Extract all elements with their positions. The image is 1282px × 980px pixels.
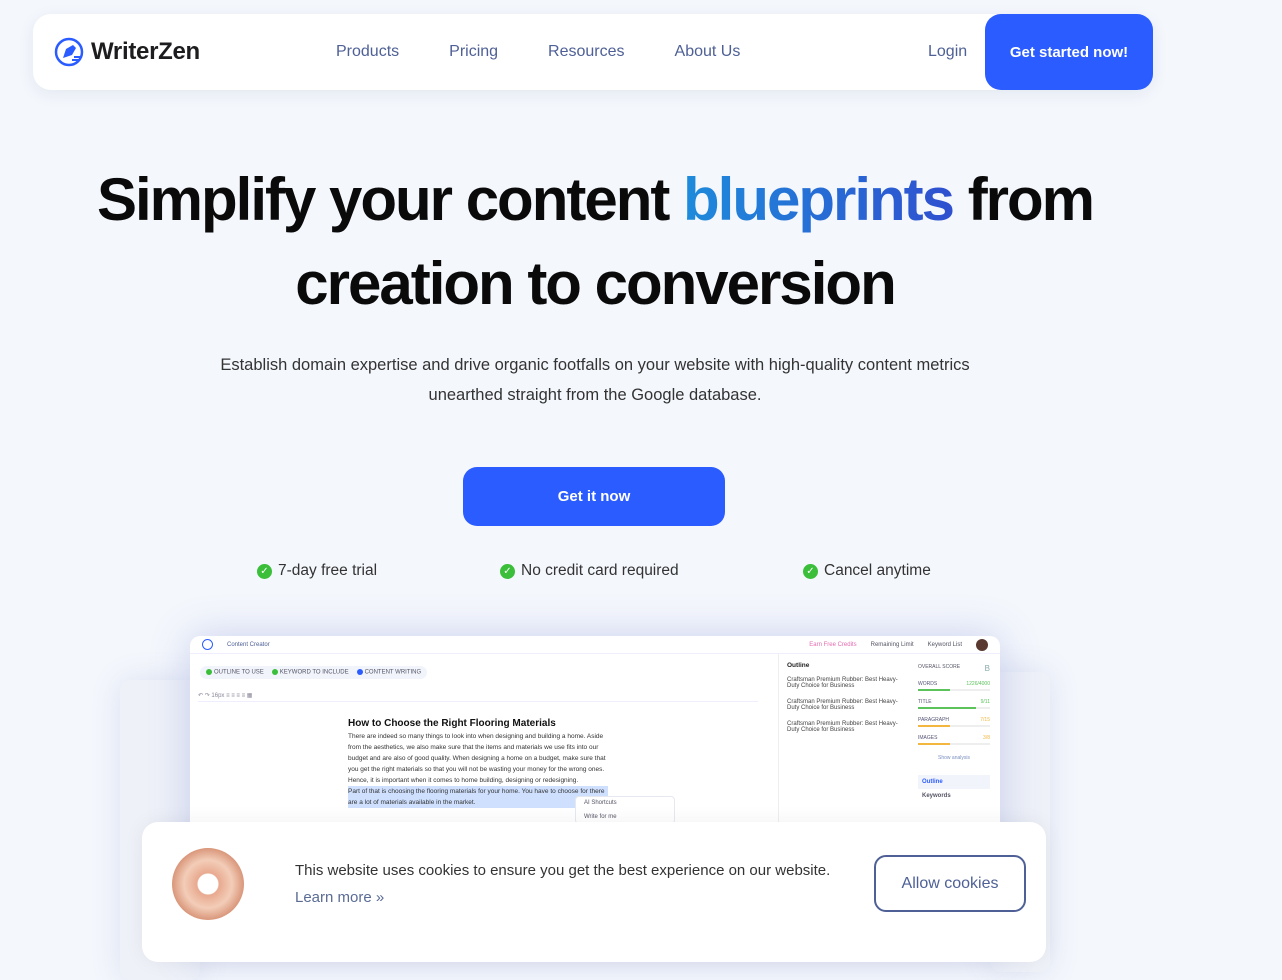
- hero-title: Simplify your content blueprints from cre…: [0, 158, 1190, 326]
- tab-outline: Outline: [918, 775, 990, 789]
- check-icon: ✓: [257, 563, 272, 579]
- grade: B: [984, 664, 990, 673]
- title-line2: creation to conversion: [295, 250, 896, 317]
- get-started-button[interactable]: Get started now!: [985, 14, 1153, 90]
- nav-pricing[interactable]: Pricing: [449, 43, 498, 61]
- write-for-me: Write for me: [584, 814, 617, 820]
- feature-label: Cancel anytime: [824, 562, 931, 579]
- donut-image: [172, 848, 244, 920]
- metric-value: 9/11: [980, 699, 990, 705]
- outline-title: Outline: [787, 662, 810, 669]
- document: How to Choose the Right Flooring Materia…: [348, 718, 608, 808]
- feature-label: No credit card required: [521, 562, 679, 579]
- title-part: Simplify your content: [96, 166, 684, 233]
- metric-label: PARAGRAPH: [918, 717, 950, 723]
- keyword-list: Keyword List: [927, 641, 962, 648]
- feature-no-card: ✓ No credit card required: [500, 562, 679, 580]
- score-metric: PARAGRAPH 7/15: [918, 717, 990, 727]
- subtitle-line: Establish domain expertise and drive org…: [220, 356, 970, 374]
- score-metric: IMAGES 3/8: [918, 735, 990, 745]
- nav-products[interactable]: Products: [336, 43, 399, 61]
- outline-item: Craftsman Premium Rubber: Best Heavy-Dut…: [787, 677, 898, 689]
- nav-resources[interactable]: Resources: [548, 43, 624, 61]
- outline-item: Craftsman Premium Rubber: Best Heavy-Dut…: [787, 699, 898, 711]
- allow-cookies-button[interactable]: Allow cookies: [874, 855, 1026, 912]
- feature-trial: ✓ 7-day free trial: [257, 562, 377, 580]
- feature-label: 7-day free trial: [278, 562, 378, 579]
- logo[interactable]: WriterZen: [53, 36, 200, 68]
- metric-label: IMAGES: [918, 735, 938, 741]
- title-accent: blueprints: [683, 166, 955, 233]
- steps: OUTLINE TO USE KEYWORD TO INCLUDE CONTEN…: [200, 666, 428, 679]
- editor-toolbar: ↶ ↷ 16px ≡ ≡ ≡ ≡ ▦: [198, 692, 758, 702]
- outline-item: Craftsman Premium Rubber: Best Heavy-Dut…: [787, 721, 898, 733]
- cookie-text: This website uses cookies to ensure you …: [295, 862, 831, 879]
- hero-subtitle: Establish domain expertise and drive org…: [0, 350, 1190, 410]
- metric-bar: [918, 689, 990, 691]
- subtitle-line: unearthed straight from the Google datab…: [428, 386, 762, 404]
- doc-paragraph: There are indeed so many things to look …: [348, 733, 606, 784]
- metric-value: 7/15: [980, 717, 990, 723]
- credits: Earn Free Credits: [809, 641, 857, 648]
- step: OUTLINE TO USE: [206, 669, 264, 676]
- ai-shortcuts: AI Shortcuts: [584, 800, 617, 806]
- app-logo-icon: [202, 639, 213, 650]
- feature-cancel: ✓ Cancel anytime: [803, 562, 931, 580]
- brand-name: WriterZen: [91, 38, 200, 65]
- step: CONTENT WRITING: [357, 669, 422, 676]
- top-nav: WriterZen Products Pricing Resources Abo…: [33, 14, 1153, 90]
- doc-highlight: Part of that is choosing the flooring ma…: [348, 786, 608, 808]
- check-icon: ✓: [803, 563, 818, 579]
- metric-value: 3/8: [983, 735, 990, 741]
- get-it-now-button[interactable]: Get it now: [463, 467, 725, 526]
- step: KEYWORD TO INCLUDE: [272, 669, 349, 676]
- login-link[interactable]: Login: [928, 43, 967, 61]
- nav-about-us[interactable]: About Us: [675, 43, 741, 61]
- score-metric: TITLE 9/11: [918, 699, 990, 709]
- tab-keywords: Keywords: [922, 793, 951, 799]
- remaining-limit: Remaining Limit: [870, 641, 914, 648]
- metric-bar: [918, 725, 990, 727]
- metric-bar: [918, 743, 990, 745]
- metric-bar: [918, 707, 990, 709]
- app-name: Content Creator: [227, 641, 270, 648]
- doc-title: How to Choose the Right Flooring Materia…: [348, 718, 556, 729]
- score-title: OVERALL SCORE: [918, 664, 961, 670]
- metric-label: TITLE: [918, 699, 932, 705]
- score-metric: WORDS 1226/4000: [918, 681, 990, 691]
- pen-logo-icon: [54, 37, 84, 67]
- score-panel: OVERALL SCORE B WORDS 1226/4000 TITLE 9/11 PA…: [914, 660, 994, 807]
- check-icon: ✓: [500, 563, 515, 579]
- avatar: [976, 638, 988, 651]
- show-analysis: Show analysis: [938, 755, 970, 761]
- title-part: from: [953, 166, 1095, 233]
- ai-popup: AI Shortcuts Write for me: [575, 796, 675, 824]
- cookie-banner: This website uses cookies to ensure you …: [142, 822, 1046, 962]
- metric-label: WORDS: [918, 681, 938, 687]
- metric-value: 1226/4000: [966, 681, 990, 687]
- learn-more-link[interactable]: Learn more »: [295, 889, 384, 906]
